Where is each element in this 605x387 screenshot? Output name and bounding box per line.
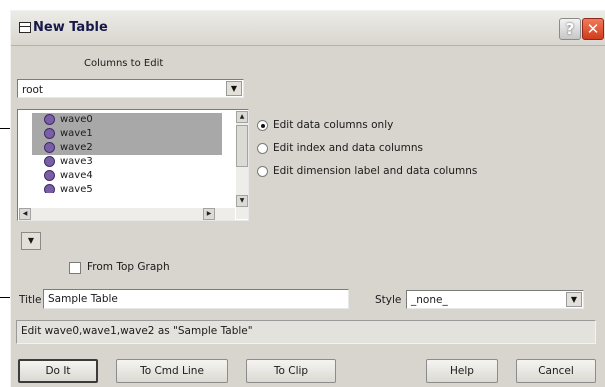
scroll-down-icon[interactable]: ▼ xyxy=(236,195,248,207)
radio-dimension-label-label: Edit dimension label and data columns xyxy=(273,165,478,177)
list-item[interactable]: wave0 xyxy=(32,113,222,127)
title-input-value: Sample Table xyxy=(48,293,118,305)
list-item[interactable]: wave4 xyxy=(32,169,222,183)
cancel-button[interactable]: Cancel xyxy=(516,359,596,383)
radio-dimension-label[interactable] xyxy=(257,166,268,177)
horizontal-scrollbar[interactable]: ◀ ▶ xyxy=(19,208,235,220)
list-item-label: wave4 xyxy=(60,170,93,181)
from-top-graph-label: From Top Graph xyxy=(87,261,170,273)
table-icon xyxy=(19,22,31,33)
column-list[interactable]: wave0 wave1 wave2 wave3 wave4 wave5 ▲ ▼ xyxy=(17,109,249,221)
list-item-label: wave0 xyxy=(60,114,93,125)
list-item[interactable]: wave5 xyxy=(32,183,222,193)
list-item[interactable]: wave3 xyxy=(32,155,222,169)
scroll-left-icon[interactable]: ◀ xyxy=(19,208,31,220)
radio-data-columns-only-label: Edit data columns only xyxy=(273,119,394,131)
new-table-dialog: New Table ? ✕ Columns to Edit root ▼ wav… xyxy=(10,10,605,387)
help-title-button[interactable]: ? xyxy=(559,18,581,40)
vertical-scrollbar[interactable]: ▲ ▼ xyxy=(236,111,248,219)
scroll-up-icon[interactable]: ▲ xyxy=(236,111,248,123)
radio-data-columns-only[interactable] xyxy=(257,120,268,131)
wave-icon xyxy=(44,156,55,167)
close-button[interactable]: ✕ xyxy=(582,18,604,40)
title-field-label: Title xyxy=(19,294,42,306)
folder-select-value: root xyxy=(22,84,44,96)
to-cmd-line-button[interactable]: To Cmd Line xyxy=(116,359,228,383)
list-item-label: wave3 xyxy=(60,156,93,167)
expand-list-button[interactable]: ▼ xyxy=(21,232,41,250)
scroll-right-icon[interactable]: ▶ xyxy=(203,208,215,220)
window-title: New Table xyxy=(33,20,108,35)
columns-heading: Columns to Edit xyxy=(84,58,164,69)
from-top-graph-checkbox[interactable] xyxy=(69,262,81,274)
list-item-label: wave1 xyxy=(60,128,93,139)
wave-icon xyxy=(44,170,55,181)
scroll-thumb[interactable] xyxy=(236,125,248,167)
list-item-label: wave2 xyxy=(60,142,93,153)
command-line-preview: Edit wave0,wave1,wave2 as "Sample Table" xyxy=(16,320,596,344)
chevron-down-icon[interactable]: ▼ xyxy=(226,81,242,96)
title-input[interactable]: Sample Table xyxy=(43,289,349,309)
chevron-down-icon[interactable]: ▼ xyxy=(566,292,582,307)
style-select[interactable]: _none_ ▼ xyxy=(406,290,584,309)
help-button[interactable]: Help xyxy=(426,359,498,383)
list-item[interactable]: wave2 xyxy=(32,141,222,155)
wave-icon xyxy=(44,128,55,139)
wave-icon xyxy=(44,114,55,125)
folder-select[interactable]: root ▼ xyxy=(17,79,244,98)
style-field-label: Style xyxy=(375,294,402,306)
list-item-label: wave5 xyxy=(60,184,93,193)
do-it-button[interactable]: Do It xyxy=(18,359,98,383)
radio-index-and-data[interactable] xyxy=(257,143,268,154)
to-clip-button[interactable]: To Clip xyxy=(246,359,336,383)
wave-icon xyxy=(44,184,55,193)
title-bar[interactable]: New Table ? ✕ xyxy=(11,11,605,46)
list-item[interactable]: wave1 xyxy=(32,127,222,141)
style-select-value: _none_ xyxy=(411,294,448,306)
wave-icon xyxy=(44,142,55,153)
command-line-text: Edit wave0,wave1,wave2 as "Sample Table" xyxy=(21,325,253,337)
radio-index-and-data-label: Edit index and data columns xyxy=(273,142,423,154)
